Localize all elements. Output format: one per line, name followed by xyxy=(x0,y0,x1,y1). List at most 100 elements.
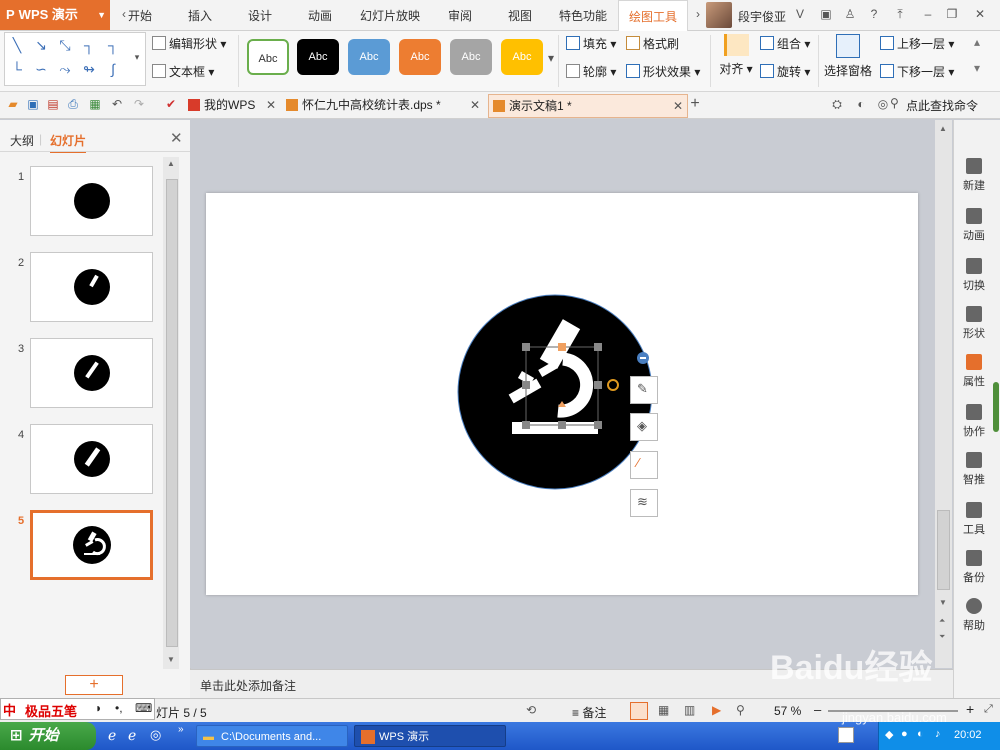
scroll-up-icon[interactable]: ▲ xyxy=(167,159,175,168)
rotate-button[interactable]: 旋转 ▾ xyxy=(760,63,810,80)
sidebar-item-backup[interactable]: 备份 xyxy=(954,550,994,585)
tab-insert[interactable]: 插入 xyxy=(180,0,220,30)
side-handle[interactable] xyxy=(993,382,999,432)
notes-toggle[interactable]: ≡ 备注 xyxy=(572,704,606,721)
taskbar-wps[interactable]: WPS 演示 xyxy=(354,725,506,747)
curve-arrow-icon[interactable]: ⤳ xyxy=(55,59,75,79)
sidebar-item-shape[interactable]: 形状 xyxy=(954,306,994,341)
vip-icon[interactable]: V xyxy=(792,6,808,22)
style-swatch-white[interactable]: Abc xyxy=(247,39,289,75)
curve-double-arrow-icon[interactable]: ↬ xyxy=(79,59,99,79)
redo-icon[interactable]: ↷ xyxy=(132,97,146,111)
print-icon[interactable]: ⎙ xyxy=(66,97,80,111)
tool-icon-b[interactable]: ◐ xyxy=(854,97,868,111)
bring-forward-button[interactable]: 上移一层 ▾ xyxy=(880,35,954,52)
slide-thumbnail-3[interactable] xyxy=(30,338,153,408)
new-tab-icon[interactable]: + xyxy=(688,96,702,112)
outline-button[interactable]: 轮廓 ▾ xyxy=(566,63,616,80)
style-swatch-gray[interactable]: Abc xyxy=(450,39,492,75)
line-shape-icon[interactable]: ╲ xyxy=(7,35,27,55)
tab-design[interactable]: 设计 xyxy=(240,0,280,30)
tab-features[interactable]: 特色功能 xyxy=(553,0,613,30)
slide-thumbnail-4[interactable] xyxy=(30,424,153,494)
double-arrow-shape-icon[interactable]: ⤡ xyxy=(55,35,75,55)
align-button[interactable]: 对齐 ▾ xyxy=(716,34,756,77)
export-pdf-icon[interactable]: ▤ xyxy=(46,97,60,111)
skin-icon[interactable]: ▣ xyxy=(818,6,834,22)
save-icon[interactable]: ▣ xyxy=(26,97,40,111)
sidebar-item-transition[interactable]: 切换 xyxy=(954,258,994,293)
shape-edit-tool-button[interactable]: ✎ xyxy=(630,376,658,404)
send-backward-button[interactable]: 下移一层 ▾ xyxy=(880,63,954,80)
outline-tool-button[interactable]: ⁄ xyxy=(630,451,658,479)
search-icon[interactable]: ⚲ xyxy=(890,96,899,110)
tab-outline[interactable]: 大纲 xyxy=(10,132,34,149)
sidebar-item-help[interactable]: 帮助 xyxy=(954,598,994,633)
next-slide-icon[interactable]: ⏷ xyxy=(939,632,945,642)
tab-review[interactable]: 审阅 xyxy=(440,0,480,30)
sidebar-item-collab[interactable]: 协作 xyxy=(954,404,994,439)
format-painter-button[interactable]: 格式刷 xyxy=(626,35,679,52)
volume-icon[interactable]: ♪ xyxy=(935,728,941,740)
slide-thumbnail-2[interactable] xyxy=(30,252,153,322)
ribbon-scroll-down-icon[interactable]: ▾ xyxy=(974,61,980,75)
user-name[interactable]: 段宇俊亚 xyxy=(738,8,786,25)
styles-more-icon[interactable]: ▾ xyxy=(548,51,554,65)
ime-toolbar[interactable]: 中 极品五笔 ◗ •, ⌨ xyxy=(0,698,155,720)
undo-icon[interactable]: ↶ xyxy=(110,97,124,111)
slide-thumbnail-1[interactable] xyxy=(30,166,153,236)
zoom-level[interactable]: 57 % xyxy=(774,704,801,718)
style-swatch-black[interactable]: Abc xyxy=(297,39,339,75)
tray-app-icon[interactable] xyxy=(838,727,854,743)
collapse-ribbon-icon[interactable]: ⤒ xyxy=(892,6,908,22)
tab-home[interactable]: 开始 xyxy=(122,0,158,30)
close-icon[interactable]: ✕ xyxy=(673,95,683,117)
ie-alt-icon[interactable]: ℯ xyxy=(128,727,136,744)
fill-button[interactable]: 填充 ▾ xyxy=(566,35,616,52)
open-folder-icon[interactable]: ▰ xyxy=(6,97,20,111)
ie-icon[interactable]: ℯ xyxy=(108,727,116,744)
tray-icon-b[interactable]: ● xyxy=(901,728,908,740)
restore-icon[interactable]: ❐ xyxy=(944,6,960,22)
edit-shape-button[interactable]: 编辑形状 ▾ xyxy=(152,35,226,52)
tool-icon-c[interactable]: ◎ xyxy=(876,97,890,111)
textbox-button[interactable]: 文本框 ▾ xyxy=(152,63,214,80)
tab-slideshow[interactable]: 幻灯片放映 xyxy=(355,0,425,30)
style-swatch-blue[interactable]: Abc xyxy=(348,39,390,75)
soft-keyboard-icon[interactable]: ⌨ xyxy=(135,701,152,715)
tray-icon-a[interactable]: ◆ xyxy=(885,728,893,741)
elbow-double-arrow-icon[interactable]: └ xyxy=(7,59,27,79)
scrollbar-thumb[interactable] xyxy=(937,510,950,590)
close-icon[interactable]: ✕ xyxy=(170,129,183,147)
minimize-icon[interactable]: – xyxy=(920,6,936,22)
sidebar-item-tools[interactable]: 工具 xyxy=(954,502,994,537)
ribbon-scroll-up-icon[interactable]: ▴ xyxy=(974,35,980,49)
sidebar-item-recommend[interactable]: 智推 xyxy=(954,452,994,487)
sidebar-item-animation[interactable]: 动画 xyxy=(954,208,994,243)
scribble-icon[interactable]: ∫ xyxy=(103,59,123,79)
tab-view[interactable]: 视图 xyxy=(500,0,540,30)
sidebar-item-properties[interactable]: 属性 xyxy=(954,354,994,389)
gallery-more-icon[interactable]: ▾ xyxy=(127,47,147,67)
slide-sorter-icon[interactable]: ▦ xyxy=(658,703,669,717)
scrollbar-thumb[interactable] xyxy=(166,179,178,647)
circle-shape[interactable] xyxy=(457,294,653,490)
close-icon[interactable]: ✕ xyxy=(470,94,480,116)
style-swatch-orange[interactable]: Abc xyxy=(399,39,441,75)
tab-animation[interactable]: 动画 xyxy=(300,0,340,30)
tab-file-stats[interactable]: 怀仁九中高校统计表.dps * ✕ xyxy=(282,94,484,116)
help-icon[interactable]: ? xyxy=(866,6,882,22)
customize-icon[interactable]: ✔ xyxy=(164,97,178,111)
panel-scrollbar[interactable]: ▲ ▼ xyxy=(163,157,179,669)
print-preview-icon[interactable]: ▦ xyxy=(88,97,102,111)
punctuation-icon[interactable]: •, xyxy=(115,701,123,715)
pointer-icon[interactable]: ⚲ xyxy=(736,703,745,717)
play-icon[interactable]: ▶ xyxy=(712,703,721,717)
zoom-in-icon[interactable]: + xyxy=(966,701,974,717)
command-search[interactable]: 点此查找命令 xyxy=(906,97,978,114)
tray-icon-c[interactable]: ◐ xyxy=(917,728,924,740)
start-button[interactable]: ⊞ 开始 xyxy=(0,722,96,750)
curve-connector-icon[interactable]: ∽ xyxy=(31,59,51,79)
quicklaunch-more-icon[interactable]: » xyxy=(178,724,184,735)
select-pane-button[interactable]: 选择窗格 xyxy=(822,34,874,79)
